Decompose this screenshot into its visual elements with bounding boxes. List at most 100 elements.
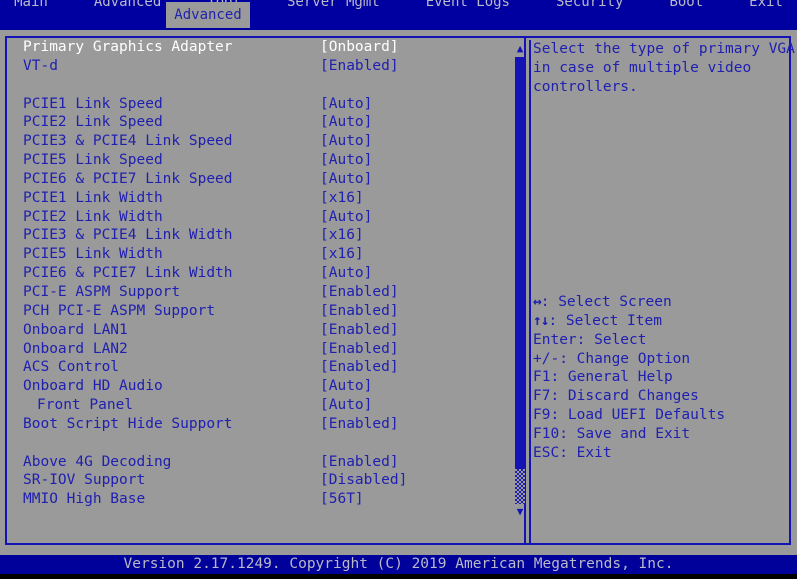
setting-value[interactable]: [Disabled]: [320, 471, 407, 490]
settings-row[interactable]: Primary Graphics Adapter [Onboard]: [7, 38, 507, 57]
menu-item-exit[interactable]: Exit: [743, 0, 789, 17]
setting-label: PCIE5 Link Width: [23, 246, 163, 263]
setting-label: VT-d: [23, 57, 58, 74]
settings-row[interactable]: ACS Control [Enabled]: [7, 358, 507, 377]
settings-row[interactable]: Onboard HD Audio [Auto]: [7, 377, 507, 396]
settings-row[interactable]: Boot Script Hide Support [Enabled]: [7, 415, 507, 434]
setting-label: PCIE6 & PCIE7 Link Width: [23, 265, 233, 282]
setting-value[interactable]: [x16]: [320, 226, 364, 245]
key-legend-line: +/-: Change Option: [533, 350, 787, 369]
setting-label: PCI-E ASPM Support: [23, 283, 181, 300]
setting-value[interactable]: [Auto]: [320, 113, 372, 132]
bios-setup-screen: MainAdvancedToolServer MgmtEvent LogsSec…: [0, 0, 797, 579]
setting-value[interactable]: [Auto]: [320, 151, 372, 170]
scroll-up-arrow-icon[interactable]: ▲: [513, 43, 527, 55]
setting-value[interactable]: [x16]: [320, 189, 364, 208]
help-panel: Select the type of primary VGA in case of…: [533, 40, 795, 540]
setting-value[interactable]: [Auto]: [320, 95, 372, 114]
menu-item-event-logs[interactable]: Event Logs: [420, 0, 516, 17]
setting-value[interactable]: [Onboard]: [320, 38, 399, 57]
setting-label: PCIE6 & PCIE7 Link Speed: [23, 170, 233, 187]
setting-label: PCIE2 Link Speed: [23, 114, 163, 131]
setting-value[interactable]: [Enabled]: [320, 340, 399, 359]
menu-item-boot[interactable]: Boot: [663, 0, 709, 17]
help-description-line: Select the type of primary VGA: [533, 41, 795, 57]
screen-bottom-edge: [0, 574, 797, 579]
scrollbar-thumb[interactable]: [515, 57, 525, 469]
setting-label: Onboard LAN2: [23, 340, 128, 357]
settings-row[interactable]: PCI-E ASPM Support [Enabled]: [7, 283, 507, 302]
setting-label: PCIE3 & PCIE4 Link Speed: [23, 133, 233, 150]
settings-list[interactable]: Primary Graphics Adapter [Onboard] VT-d [En…: [7, 38, 507, 543]
setting-label: Above 4G Decoding: [23, 453, 172, 470]
menu-bar-items: MainAdvancedToolServer MgmtEvent LogsSec…: [0, 0, 797, 17]
key-legend-text: ESC: Exit: [533, 444, 612, 461]
setting-value[interactable]: [Auto]: [320, 396, 372, 415]
setting-label: PCIE3 & PCIE4 Link Width: [23, 227, 233, 244]
menu-item-main[interactable]: Main: [8, 0, 54, 17]
setting-value[interactable]: [Enabled]: [320, 321, 399, 340]
setting-value[interactable]: [Enabled]: [320, 453, 399, 472]
key-legend-line: Enter: Select: [533, 331, 787, 350]
settings-row[interactable]: Onboard LAN1 [Enabled]: [7, 321, 507, 340]
key-legend-line: F1: General Help: [533, 368, 787, 387]
settings-row[interactable]: VT-d [Enabled]: [7, 57, 507, 76]
setting-value[interactable]: [Auto]: [320, 264, 372, 283]
settings-row[interactable]: PCIE6 & PCIE7 Link Width [Auto]: [7, 264, 507, 283]
tab-advanced[interactable]: Advanced: [166, 2, 250, 28]
menu-item-advanced[interactable]: Advanced: [88, 0, 167, 17]
setting-label: PCIE5 Link Speed: [23, 152, 163, 169]
help-description-line: controllers.: [533, 78, 638, 95]
setting-label: Onboard HD Audio: [23, 378, 163, 395]
setting-label: PCIE1 Link Width: [23, 189, 163, 206]
settings-row[interactable]: PCIE2 Link Speed [Auto]: [7, 113, 507, 132]
settings-row[interactable]: PCIE2 Link Width [Auto]: [7, 208, 507, 227]
setting-label: Primary Graphics Adapter: [23, 39, 233, 55]
setting-label: MMIO High Base: [23, 491, 146, 508]
settings-row[interactable]: PCIE3 & PCIE4 Link Speed [Auto]: [7, 132, 507, 151]
settings-row[interactable]: PCH PCI-E ASPM Support [Enabled]: [7, 302, 507, 321]
settings-row[interactable]: PCIE1 Link Width [x16]: [7, 189, 507, 208]
setting-value[interactable]: [Enabled]: [320, 358, 399, 377]
key-legend-line: ESC: Exit: [533, 444, 787, 463]
setting-label: Front Panel: [37, 397, 134, 414]
key-legend-text: F1: General Help: [533, 369, 673, 386]
settings-row[interactable]: MMIO High Base [56T]: [7, 490, 507, 509]
help-description: Select the type of primary VGA in case of…: [533, 40, 795, 97]
key-legend-line: F7: Discard Changes: [533, 387, 787, 406]
settings-row[interactable]: PCIE6 & PCIE7 Link Speed [Auto]: [7, 170, 507, 189]
settings-row[interactable]: PCIE1 Link Speed [Auto]: [7, 95, 507, 114]
settings-scrollbar[interactable]: ▲ ▼: [512, 40, 531, 545]
settings-row[interactable]: PCIE3 & PCIE4 Link Width [x16]: [7, 226, 507, 245]
setting-value[interactable]: [Auto]: [320, 170, 372, 189]
settings-row[interactable]: Front Panel [Auto]: [7, 396, 507, 415]
key-legend-text: F7: Discard Changes: [533, 388, 699, 405]
setting-value[interactable]: [Auto]: [320, 132, 372, 151]
settings-row[interactable]: PCIE5 Link Width [x16]: [7, 245, 507, 264]
setting-label: Boot Script Hide Support: [23, 415, 233, 432]
setting-value[interactable]: [Auto]: [320, 377, 372, 396]
settings-row[interactable]: PCIE5 Link Speed [Auto]: [7, 151, 507, 170]
setting-value[interactable]: [Enabled]: [320, 57, 399, 76]
scroll-down-arrow-icon[interactable]: ▼: [513, 506, 527, 518]
key-legend-line: F10: Save and Exit: [533, 425, 787, 444]
key-legend-text: F10: Save and Exit: [533, 425, 691, 442]
setting-value[interactable]: [Enabled]: [320, 283, 399, 302]
menu-item-server-mgmt[interactable]: Server Mgmt: [281, 0, 386, 17]
setting-value[interactable]: [Enabled]: [320, 415, 399, 434]
setting-value[interactable]: [Enabled]: [320, 302, 399, 321]
help-description-line: in case of multiple video: [533, 59, 752, 76]
settings-row[interactable]: SR-IOV Support [Disabled]: [7, 471, 507, 490]
settings-row-spacer: [7, 434, 507, 453]
setting-value[interactable]: [56T]: [320, 490, 364, 509]
key-legend-line: F9: Load UEFI Defaults: [533, 406, 787, 425]
setting-value[interactable]: [Auto]: [320, 208, 372, 227]
settings-row[interactable]: Onboard LAN2 [Enabled]: [7, 340, 507, 359]
key-legend-text: : Select Screen: [540, 294, 672, 310]
setting-label: PCIE2 Link Width: [23, 208, 163, 225]
settings-row[interactable]: Above 4G Decoding [Enabled]: [7, 453, 507, 472]
menu-item-security[interactable]: Security: [550, 0, 629, 17]
setting-label: PCH PCI-E ASPM Support: [23, 302, 216, 319]
setting-value[interactable]: [x16]: [320, 245, 364, 264]
key-legend-text: +/-: Change Option: [533, 350, 691, 367]
